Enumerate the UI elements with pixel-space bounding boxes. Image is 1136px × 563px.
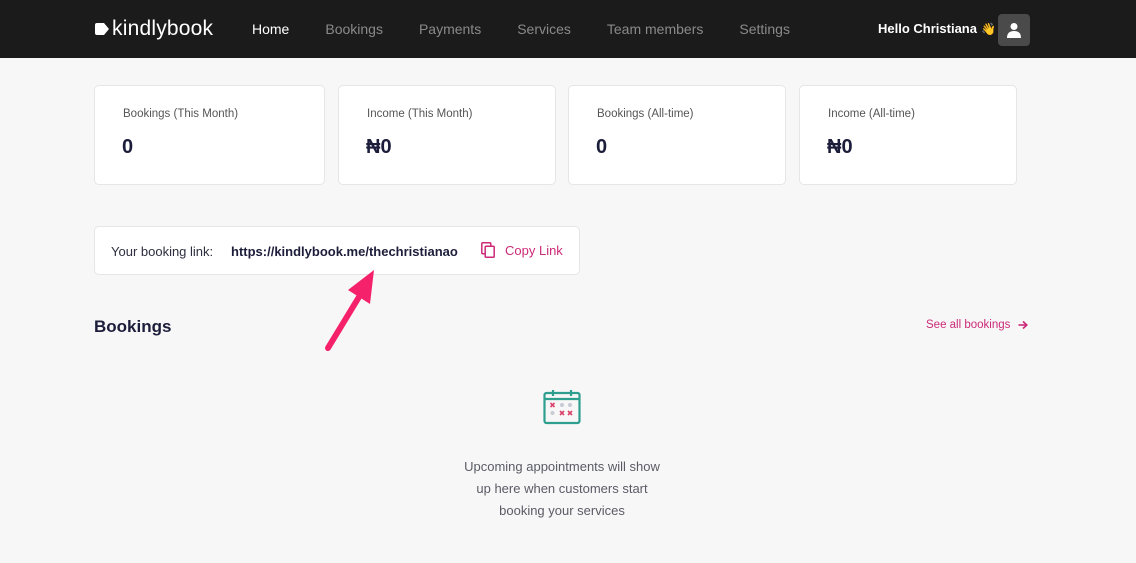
bookings-section-title: Bookings <box>94 317 172 336</box>
nav-item-settings[interactable]: Settings <box>739 21 790 37</box>
annotation-arrow-icon <box>325 270 374 351</box>
nav-item-bookings[interactable]: Bookings <box>325 21 383 37</box>
stat-label: Income (All-time) <box>828 108 915 120</box>
empty-message-line: booking your services <box>499 503 625 518</box>
empty-message-line: Upcoming appointments will show <box>464 459 660 474</box>
stat-label: Bookings (This Month) <box>123 108 239 120</box>
stat-card-income-month: Income (This Month) ₦0 <box>338 85 556 185</box>
nav-item-services[interactable]: Services <box>517 21 571 37</box>
calendar-icon <box>543 390 581 425</box>
see-all-label: See all bookings <box>926 319 1011 331</box>
stat-value: 0 <box>122 136 134 158</box>
kindlybook-logo[interactable]: kindlybook <box>94 16 213 42</box>
nav-item-team-members[interactable]: Team members <box>607 21 703 37</box>
nav-item-payments[interactable]: Payments <box>419 21 481 37</box>
copy-icon <box>481 242 495 258</box>
stat-value: ₦0 <box>827 136 853 158</box>
user-avatar-button[interactable] <box>998 14 1030 46</box>
main-nav: Home Bookings Payments Services Team mem… <box>252 21 826 37</box>
copy-link-label: Copy Link <box>505 242 563 258</box>
waving-hand-icon: 👋 <box>980 21 996 36</box>
arrow-right-icon <box>1018 320 1029 330</box>
logo-text: kindlybook <box>112 17 214 40</box>
stat-value: 0 <box>596 136 608 158</box>
stat-value: ₦0 <box>366 136 392 158</box>
top-navigation-bar: kindlybook Home Bookings Payments Servic… <box>0 0 1136 58</box>
booking-link-url[interactable]: https://kindlybook.me/thechristianao <box>231 244 458 259</box>
see-all-bookings-link[interactable]: See all bookings <box>926 319 1029 331</box>
user-icon <box>1007 23 1021 38</box>
stat-label: Bookings (All-time) <box>597 108 694 120</box>
stat-label: Income (This Month) <box>367 108 473 120</box>
stat-card-bookings-all-time: Bookings (All-time) 0 <box>568 85 786 185</box>
copy-link-button[interactable]: Copy Link <box>481 242 563 258</box>
logo-icon <box>95 23 109 35</box>
nav-item-home[interactable]: Home <box>252 21 289 37</box>
bookings-empty-message: Upcoming appointments will show up here … <box>440 456 684 522</box>
booking-link-label: Your booking link: <box>111 244 214 259</box>
empty-message-line: up here when customers start <box>476 481 648 496</box>
stat-card-bookings-month: Bookings (This Month) 0 <box>94 85 325 185</box>
greeting-text: Hello Christiana <box>878 21 977 36</box>
user-greeting: Hello Christiana 👋 <box>878 21 996 36</box>
stat-card-income-all-time: Income (All-time) ₦0 <box>799 85 1017 185</box>
